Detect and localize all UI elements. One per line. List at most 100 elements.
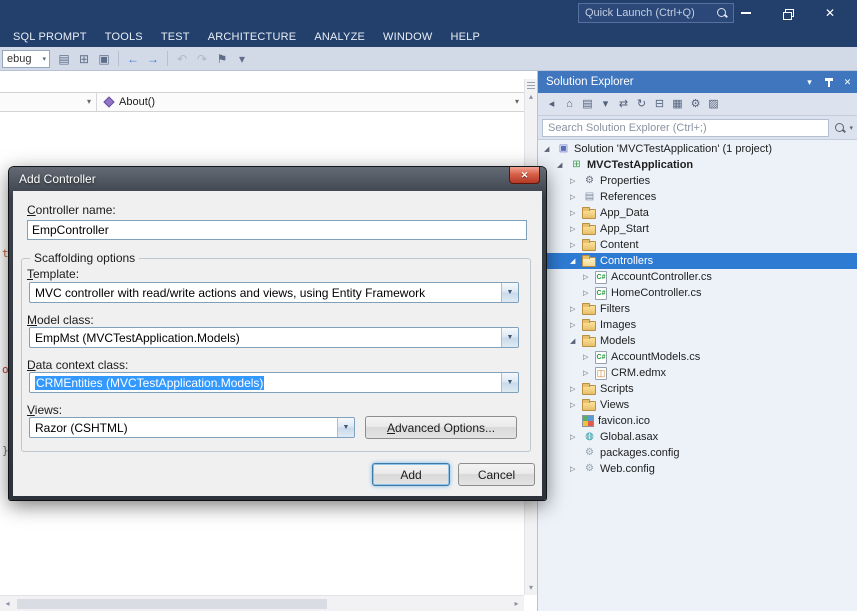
tree-expander-icon[interactable]: ▷	[583, 290, 595, 297]
minimize-button[interactable]	[725, 0, 767, 26]
views-select[interactable]: Razor (CSHTML)	[29, 417, 355, 438]
dropdown-arrow-icon[interactable]	[501, 328, 518, 347]
debug-configuration-dropdown[interactable]: ebug ▾	[2, 50, 50, 68]
controller-name-input[interactable]	[27, 220, 527, 240]
quick-launch[interactable]	[578, 3, 734, 23]
tree-item-solution-mvctestapplication-1-project[interactable]: ◢▣Solution 'MVCTestApplication' (1 proje…	[538, 141, 857, 157]
tree-item-scripts[interactable]: ▷Scripts	[538, 381, 857, 397]
tree-item-accountmodels-cs[interactable]: ▷AccountModels.cs	[538, 349, 857, 365]
navigate-forward-icon[interactable]: →	[143, 48, 163, 70]
tree-expander-icon[interactable]: ▷	[570, 306, 582, 313]
tree-expander-icon[interactable]: ▷	[570, 242, 582, 249]
tree-item-packages-config[interactable]: ⚙packages.config	[538, 445, 857, 461]
dropdown-arrow-icon[interactable]	[501, 283, 518, 302]
tree-item-mvctestapplication[interactable]: ◢⊞MVCTestApplication	[538, 157, 857, 173]
menu-item-sql-prompt[interactable]: SQL PROMPT	[4, 26, 96, 47]
tree-expander-icon[interactable]: ◢	[570, 338, 582, 345]
tree-item-crm-edmx[interactable]: ▷CRM.edmx	[538, 365, 857, 381]
refresh-icon[interactable]: ↻	[633, 94, 650, 115]
tree-expander-icon[interactable]: ▷	[583, 370, 595, 377]
tree-expander-icon[interactable]: ▷	[570, 210, 582, 217]
tree-expander-icon[interactable]: ▷	[570, 178, 582, 185]
close-panel-button[interactable]: ✕	[838, 71, 857, 93]
tree-item-app-data[interactable]: ▷App_Data	[538, 205, 857, 221]
save-icon[interactable]: ▣	[94, 48, 114, 70]
tree-expander-icon[interactable]: ▷	[570, 322, 582, 329]
solution-explorer-titlebar[interactable]: Solution Explorer ▾ ✕	[538, 71, 857, 93]
tree-expander-icon[interactable]: ◢	[557, 162, 569, 169]
tree-item-favicon-ico[interactable]: favicon.ico	[538, 413, 857, 429]
menu-item-architecture[interactable]: ARCHITECTURE	[199, 26, 306, 47]
dialog-close-button[interactable]: ✕	[509, 167, 540, 184]
new-file-icon[interactable]: ▤	[54, 48, 74, 70]
template-select[interactable]: MVC controller with read/write actions a…	[29, 282, 519, 303]
back-icon[interactable]: ◂	[543, 94, 560, 115]
tree-item-models[interactable]: ◢Models	[538, 333, 857, 349]
sync-with-active-document-icon[interactable]: ⇄	[615, 94, 632, 115]
tree-expander-icon[interactable]: ▷	[570, 194, 582, 201]
tree-item-images[interactable]: ▷Images	[538, 317, 857, 333]
tree-item-controllers[interactable]: ◢Controllers	[538, 253, 857, 269]
bookmark-icon[interactable]: ⚑	[212, 48, 232, 70]
tree-item-web-config[interactable]: ▷⚙Web.config	[538, 461, 857, 477]
open-file-icon[interactable]: ⊞	[74, 48, 94, 70]
properties-icon[interactable]: ⚙	[687, 94, 704, 115]
members-dropdown[interactable]: About() ▾	[97, 93, 524, 111]
tree-item-content[interactable]: ▷Content	[538, 237, 857, 253]
solution-search-input[interactable]	[542, 119, 829, 137]
window-position-button[interactable]: ▾	[800, 71, 819, 93]
dialog-titlebar[interactable]: Add Controller ✕	[13, 167, 542, 191]
scroll-right-icon[interactable]: ▸	[509, 599, 524, 608]
show-all-files-icon[interactable]: ▦	[669, 94, 686, 115]
tree-item-properties[interactable]: ▷⚙Properties	[538, 173, 857, 189]
tree-expander-icon[interactable]: ▷	[583, 274, 595, 281]
tree-expander-icon[interactable]: ▷	[570, 402, 582, 409]
dropdown-arrow-icon[interactable]	[337, 418, 354, 437]
tree-item-global-asax[interactable]: ▷◍Global.asax	[538, 429, 857, 445]
filter-dropdown-icon[interactable]: ▾	[597, 94, 614, 115]
restore-button[interactable]	[767, 0, 809, 26]
tree-expander-icon[interactable]: ◢	[570, 258, 582, 265]
preview-selected-icon[interactable]: ▨	[705, 94, 722, 115]
close-button[interactable]: ✕	[809, 0, 851, 26]
navigate-backward-icon[interactable]: ←	[123, 48, 143, 70]
advanced-options-button[interactable]: Advanced Options...	[365, 416, 517, 439]
add-button[interactable]: Add	[372, 463, 450, 486]
menu-item-analyze[interactable]: ANALYZE	[305, 26, 374, 47]
auto-hide-button[interactable]	[819, 71, 838, 93]
collapse-all-icon[interactable]: ⊟	[651, 94, 668, 115]
tree-expander-icon[interactable]: ◢	[544, 146, 556, 153]
tree-item-filters[interactable]: ▷Filters	[538, 301, 857, 317]
tree-item-app-start[interactable]: ▷App_Start	[538, 221, 857, 237]
menu-item-help[interactable]: HELP	[442, 26, 490, 47]
splitter-grip-icon[interactable]	[527, 82, 535, 90]
tree-item-views[interactable]: ▷Views	[538, 397, 857, 413]
dropdown-arrow-icon[interactable]	[501, 373, 518, 392]
chevron-down-icon[interactable]: ▾	[849, 124, 853, 132]
tree-expander-icon[interactable]: ▷	[583, 354, 595, 361]
toolbar-overflow-icon[interactable]: ▾	[232, 48, 252, 70]
model-class-select[interactable]: EmpMst (MVCTestApplication.Models)	[29, 327, 519, 348]
data-context-select[interactable]: CRMEntities (MVCTestApplication.Models)	[29, 372, 519, 393]
quick-launch-input[interactable]	[579, 7, 715, 19]
tree-item-homecontroller-cs[interactable]: ▷HomeController.cs	[538, 285, 857, 301]
scroll-down-icon[interactable]: ▾	[525, 584, 537, 592]
horizontal-scrollbar[interactable]: ◂ ▸	[0, 595, 524, 611]
menu-item-tools[interactable]: TOOLS	[96, 26, 152, 47]
files-filter-icon[interactable]: ▤	[579, 94, 596, 115]
tree-item-accountcontroller-cs[interactable]: ▷AccountController.cs	[538, 269, 857, 285]
undo-icon[interactable]: ↶	[172, 48, 192, 70]
tree-item-references[interactable]: ▷▤References	[538, 189, 857, 205]
home-icon[interactable]: ⌂	[561, 94, 578, 115]
tree-expander-icon[interactable]: ▷	[570, 226, 582, 233]
cancel-button[interactable]: Cancel	[458, 463, 535, 486]
tree-expander-icon[interactable]: ▷	[570, 386, 582, 393]
scroll-left-icon[interactable]: ◂	[0, 599, 15, 608]
scroll-up-icon[interactable]: ▴	[525, 93, 537, 101]
tree-expander-icon[interactable]: ▷	[570, 466, 582, 473]
search-icon[interactable]	[833, 121, 847, 135]
scrollbar-thumb[interactable]	[17, 599, 327, 609]
tree-expander-icon[interactable]: ▷	[570, 434, 582, 441]
menu-item-test[interactable]: TEST	[152, 26, 199, 47]
types-dropdown[interactable]: ▾	[0, 93, 97, 111]
